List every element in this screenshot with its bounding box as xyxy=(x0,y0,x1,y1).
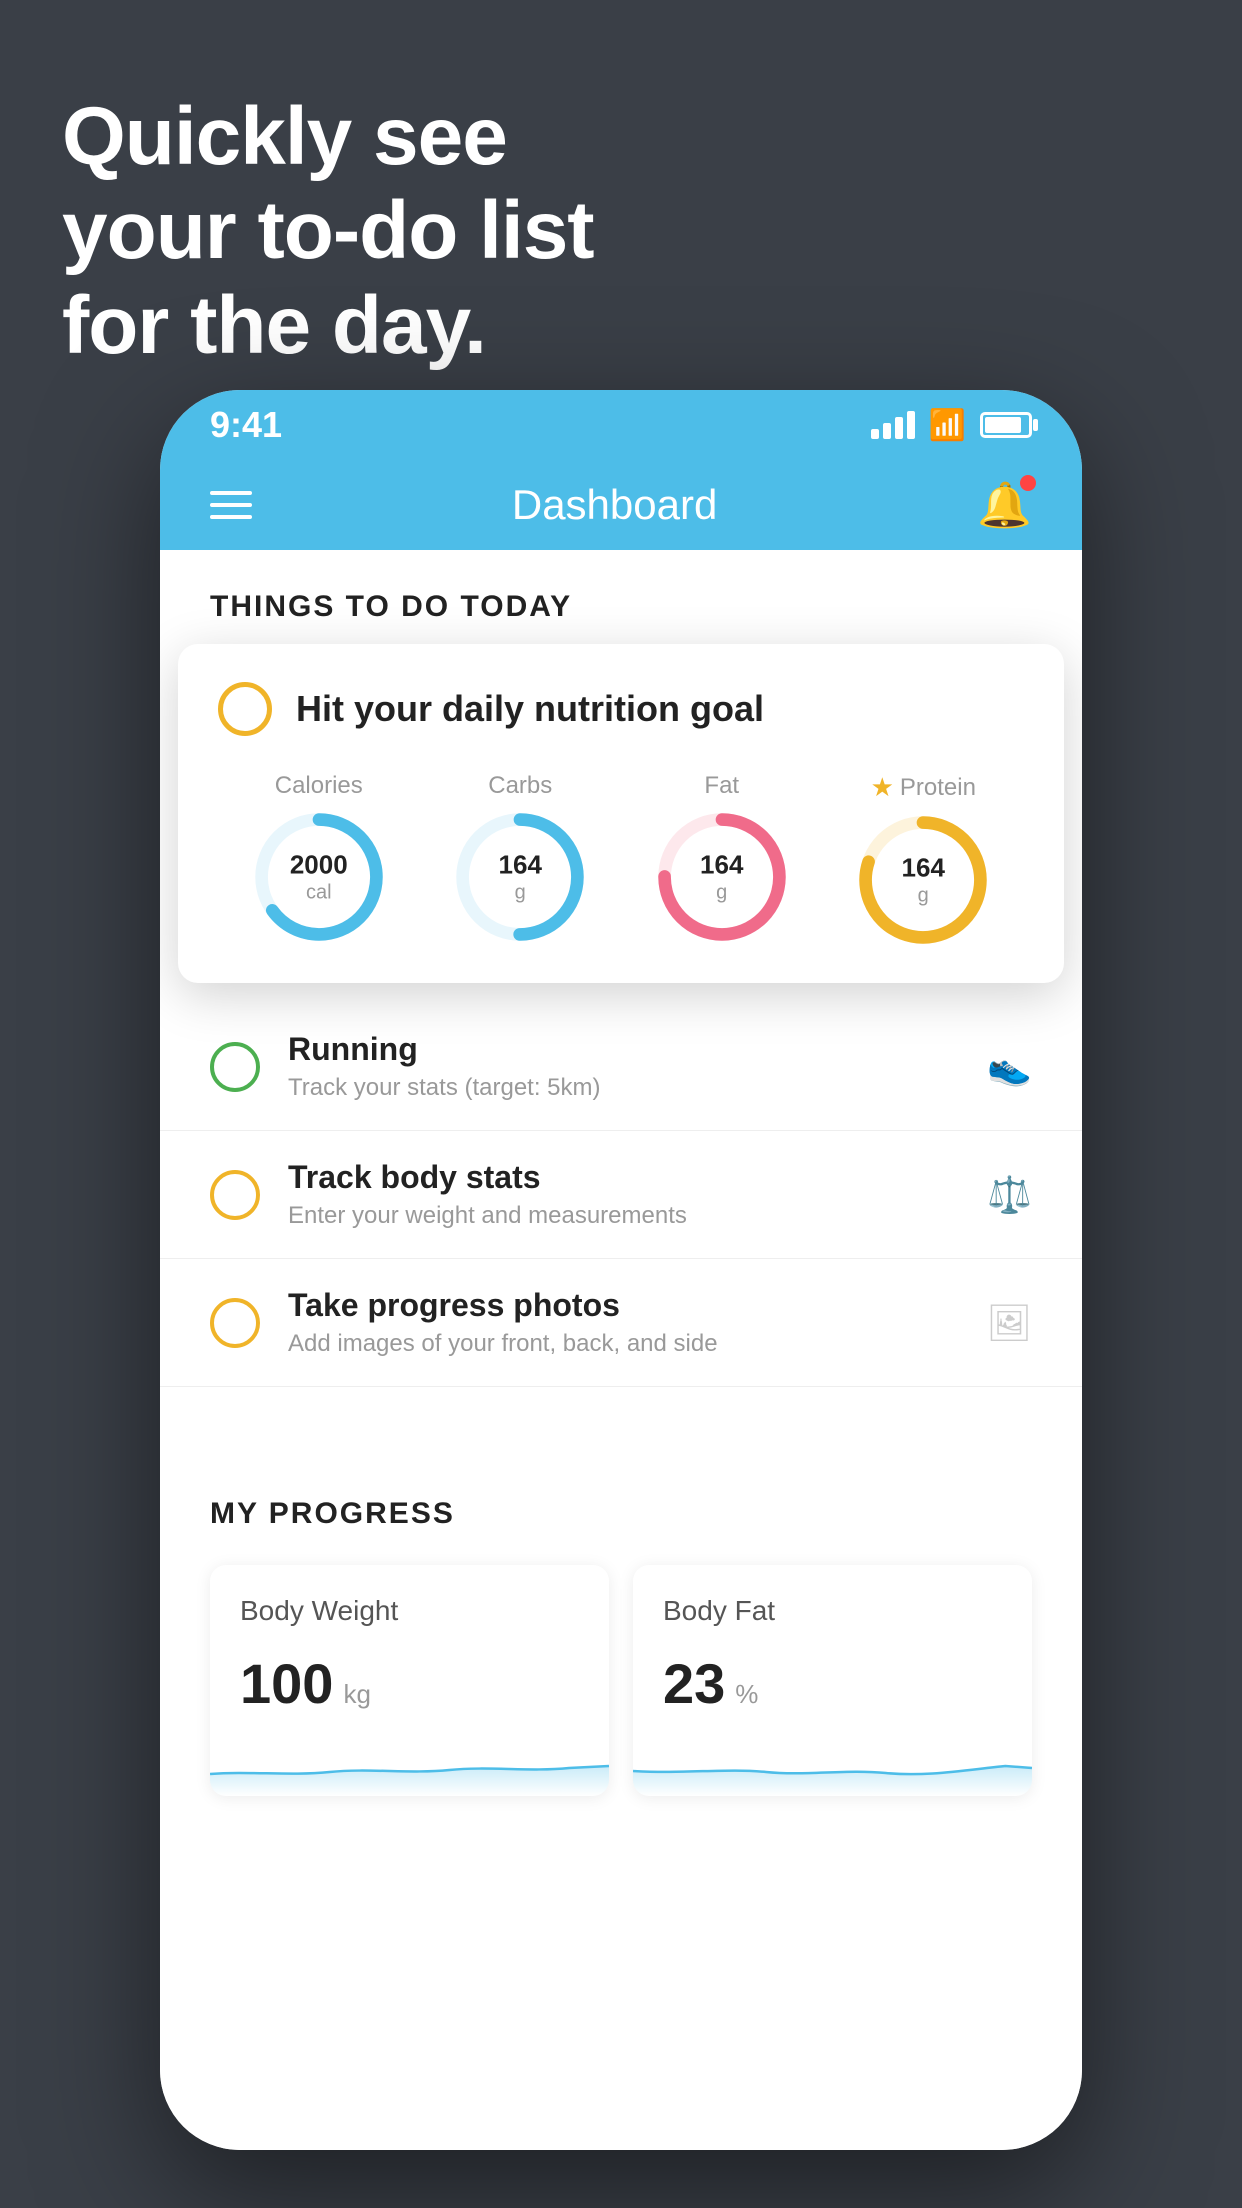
carbs-donut: 164 g xyxy=(455,812,585,942)
running-shoe-icon: 👟 xyxy=(987,1046,1032,1088)
main-headline: Quickly see your to-do list for the day. xyxy=(62,90,594,373)
running-subtitle: Track your stats (target: 5km) xyxy=(288,1074,987,1102)
body-fat-unit: % xyxy=(735,1679,758,1710)
fat-value: 164 xyxy=(700,849,743,880)
calories-label: Calories xyxy=(275,772,363,800)
protein-value: 164 xyxy=(902,852,945,883)
nutrition-card-header: Hit your daily nutrition goal xyxy=(218,682,1024,736)
running-check-circle xyxy=(210,1042,260,1092)
protein-donut: 164 g xyxy=(858,815,988,945)
body-fat-chart xyxy=(633,1736,1032,1796)
star-icon: ★ xyxy=(871,772,894,803)
body-fat-card-title: Body Fat xyxy=(663,1595,1002,1627)
nutrition-protein: ★ Protein 164 g xyxy=(858,772,988,945)
progress-section: MY PROGRESS Body Weight 100 kg xyxy=(160,1447,1082,1796)
carbs-label: Carbs xyxy=(488,772,552,800)
photos-subtitle: Add images of your front, back, and side xyxy=(288,1330,986,1358)
body-weight-card-title: Body Weight xyxy=(240,1595,579,1627)
body-weight-card: Body Weight 100 kg xyxy=(210,1565,609,1796)
header-title: Dashboard xyxy=(512,481,717,529)
notification-dot xyxy=(1020,475,1036,491)
progress-cards: Body Weight 100 kg xyxy=(210,1565,1032,1796)
carbs-unit: g xyxy=(499,881,542,905)
nutrition-check-circle[interactable] xyxy=(218,682,272,736)
status-icons: 📶 xyxy=(871,408,1032,443)
photos-check-circle xyxy=(210,1298,260,1348)
body-weight-unit: kg xyxy=(343,1679,370,1710)
status-bar: 9:41 📶 xyxy=(160,390,1082,460)
things-to-do-section-label: THINGS TO DO TODAY xyxy=(160,550,1082,644)
body-fat-value: 23 xyxy=(663,1651,725,1716)
nutrition-fat: Fat 164 g xyxy=(657,772,787,942)
notification-bell-icon[interactable]: 🔔 xyxy=(977,479,1032,531)
calories-unit: cal xyxy=(290,881,348,905)
fat-label: Fat xyxy=(704,772,739,800)
status-time: 9:41 xyxy=(210,404,282,446)
body-weight-chart xyxy=(210,1736,609,1796)
protein-unit: g xyxy=(902,884,945,908)
progress-section-title: MY PROGRESS xyxy=(210,1497,1032,1531)
nutrition-circles: Calories 2000 cal Carbs xyxy=(218,772,1024,945)
photos-text: Take progress photos Add images of your … xyxy=(288,1287,986,1358)
body-stats-title: Track body stats xyxy=(288,1159,987,1196)
scale-icon: ⚖️ xyxy=(987,1174,1032,1216)
headline-line2: your to-do list xyxy=(62,185,594,276)
phone-frame: 9:41 📶 Dashboard 🔔 TH xyxy=(160,390,1082,2150)
menu-icon[interactable] xyxy=(210,491,252,519)
fat-unit: g xyxy=(700,881,743,905)
photos-title: Take progress photos xyxy=(288,1287,986,1324)
nutrition-calories: Calories 2000 cal xyxy=(254,772,384,942)
calories-value: 2000 xyxy=(290,849,348,880)
battery-icon xyxy=(980,412,1032,438)
body-stats-check-circle xyxy=(210,1170,260,1220)
headline-line1: Quickly see xyxy=(62,91,507,182)
body-weight-value: 100 xyxy=(240,1651,333,1716)
nutrition-card: Hit your daily nutrition goal Calories 2… xyxy=(178,644,1064,983)
wifi-icon: 📶 xyxy=(929,408,966,443)
body-stats-subtitle: Enter your weight and measurements xyxy=(288,1202,987,1230)
running-title: Running xyxy=(288,1031,987,1068)
headline-line3: for the day. xyxy=(62,280,486,371)
signal-icon xyxy=(871,411,915,439)
protein-label: Protein xyxy=(900,774,976,802)
todo-list: Running Track your stats (target: 5km) 👟… xyxy=(160,1003,1082,1387)
nutrition-carbs: Carbs 164 g xyxy=(455,772,585,942)
nutrition-card-title: Hit your daily nutrition goal xyxy=(296,688,764,730)
body-fat-card: Body Fat 23 % xyxy=(633,1565,1032,1796)
fat-donut: 164 g xyxy=(657,812,787,942)
protein-label-row: ★ Protein xyxy=(871,772,976,803)
running-text: Running Track your stats (target: 5km) xyxy=(288,1031,987,1102)
app-header: Dashboard 🔔 xyxy=(160,460,1082,550)
phone-body: THINGS TO DO TODAY Hit your daily nutrit… xyxy=(160,550,1082,2150)
body-stats-text: Track body stats Enter your weight and m… xyxy=(288,1159,987,1230)
calories-donut: 2000 cal xyxy=(254,812,384,942)
carbs-value: 164 xyxy=(499,849,542,880)
body-weight-value-row: 100 kg xyxy=(240,1651,579,1716)
todo-item-running[interactable]: Running Track your stats (target: 5km) 👟 xyxy=(160,1003,1082,1131)
todo-item-photos[interactable]: Take progress photos Add images of your … xyxy=(160,1259,1082,1387)
body-fat-value-row: 23 % xyxy=(663,1651,1002,1716)
portrait-icon: 🖼 xyxy=(986,1302,1032,1344)
todo-item-body-stats[interactable]: Track body stats Enter your weight and m… xyxy=(160,1131,1082,1259)
